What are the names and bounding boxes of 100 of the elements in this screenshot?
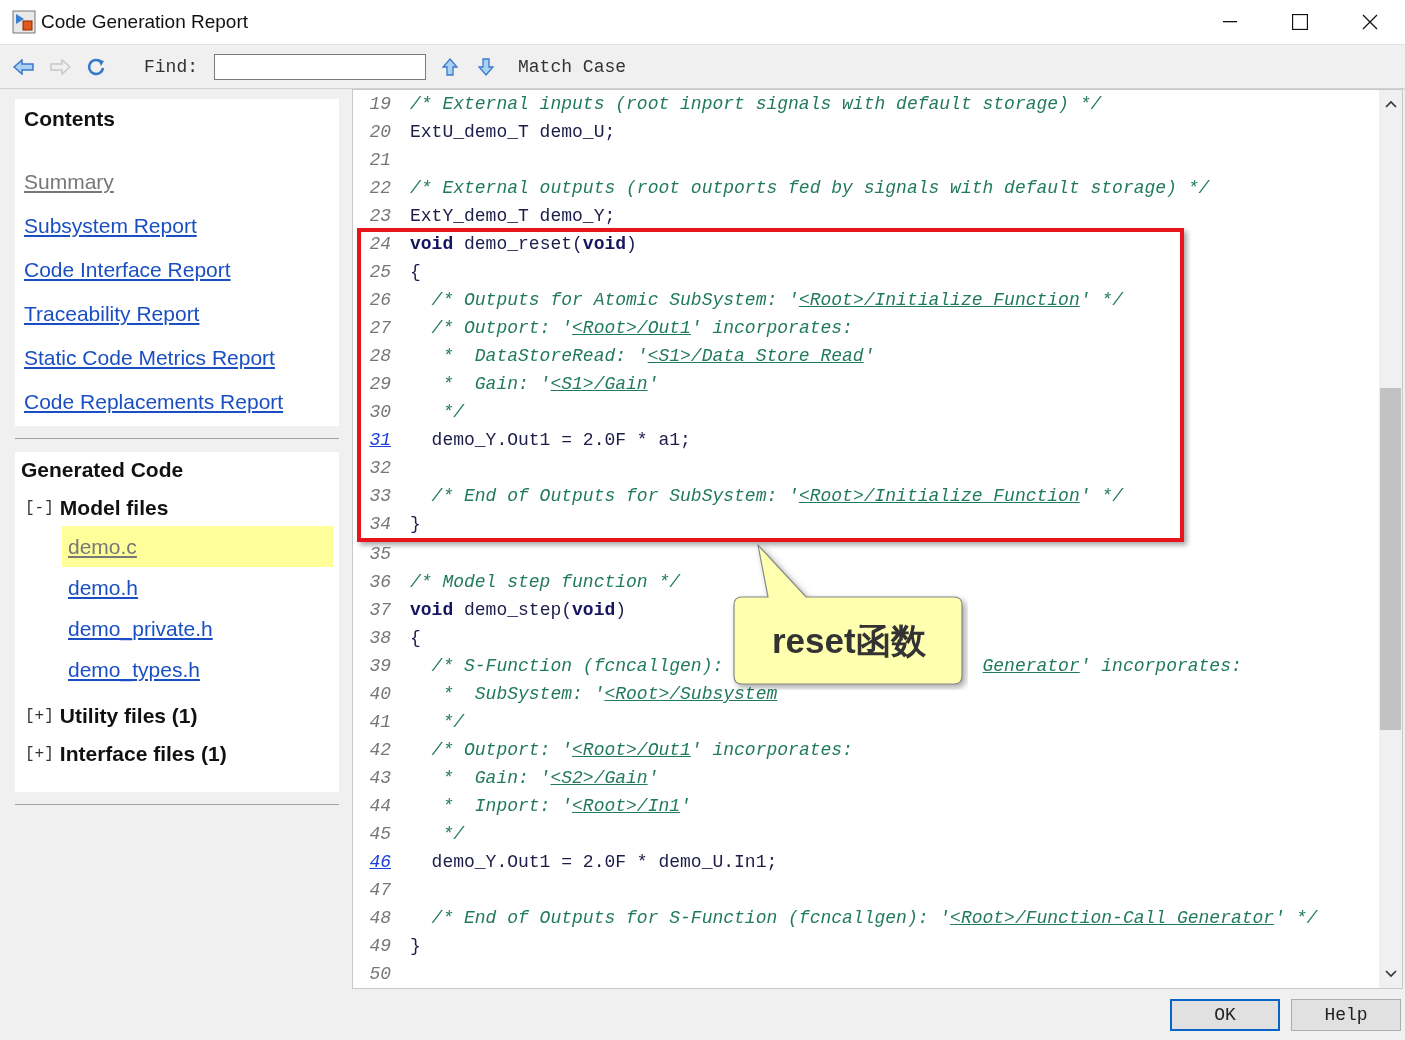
line-number: 49 — [368, 935, 391, 958]
line-number: 26 — [368, 289, 391, 312]
code-text: /* External inputs (root inport signals with default storage) */ — [410, 93, 1102, 116]
down-arrow-icon[interactable] — [478, 57, 494, 76]
report-link[interactable]: Code Interface Report — [24, 255, 231, 285]
code-text: /* External outputs (root outports fed by signals with default storage) */ — [410, 177, 1210, 200]
line-number: 21 — [368, 149, 391, 172]
scroll-thumb[interactable] — [1380, 388, 1401, 730]
code-text: * Gain: '<S1>/Gain' — [441, 373, 659, 396]
code-text: Generator' incorporates: — [982, 655, 1242, 678]
group-label: Utility files (1) — [59, 704, 198, 728]
line-number: 27 — [368, 317, 391, 340]
code-text: */ — [441, 401, 464, 424]
line-number: 36 — [368, 571, 391, 594]
callout-text: reset函数 — [772, 620, 926, 662]
line-number: 43 — [368, 767, 391, 790]
code-text: * SubSystem: '<Root>/Subsystem — [441, 683, 778, 706]
line-number: 35 — [368, 543, 391, 566]
code-text: } — [410, 513, 421, 536]
report-link[interactable]: Static Code Metrics Report — [24, 343, 275, 373]
line-number[interactable]: 31 — [357, 426, 391, 454]
file-item[interactable]: demo.c — [62, 526, 333, 567]
match-case-option[interactable]: Match Case — [518, 56, 627, 77]
line-number: 37 — [368, 599, 391, 622]
panel-title: Generated Code — [21, 458, 184, 482]
code-text: /* Outport: '<Root>/Out1' incorporates: — [430, 317, 853, 340]
dialog-button[interactable]: OK — [1170, 999, 1280, 1031]
maximize-icon[interactable] — [1292, 14, 1308, 30]
refresh-icon[interactable] — [86, 56, 106, 77]
line-number: 50 — [368, 963, 391, 986]
code-text: * Inport: '<Root>/In1' — [441, 795, 691, 818]
group-label: Interface files (1) — [59, 742, 227, 766]
find-label: Find: — [144, 56, 198, 77]
line-number: 33 — [368, 485, 391, 508]
code-text: { — [410, 627, 421, 650]
expand-toggle[interactable]: [+] — [25, 707, 54, 725]
line-number: 24 — [368, 233, 391, 256]
line-number: 19 — [368, 93, 391, 116]
line-number: 25 — [368, 261, 391, 284]
dialog-button[interactable]: Help — [1291, 999, 1401, 1031]
file-link[interactable]: demo_types.h — [68, 657, 200, 682]
code-text: /* Model step function */ — [410, 571, 681, 594]
group-label: Model files — [59, 496, 169, 520]
scrollbar[interactable] — [1379, 90, 1402, 988]
line-number: 28 — [368, 345, 391, 368]
report-link[interactable]: Subsystem Report — [24, 211, 197, 241]
line-number: 29 — [368, 373, 391, 396]
expand-toggle[interactable]: [+] — [25, 745, 54, 763]
code-text: demo_Y.Out1 = 2.0F * demo_U.In1; — [430, 851, 778, 874]
close-icon[interactable] — [1362, 14, 1378, 30]
line-number: 20 — [368, 121, 391, 144]
line-number: 34 — [368, 513, 391, 536]
line-number: 38 — [368, 627, 391, 650]
line-number: 48 — [368, 907, 391, 930]
code-text: /* End of Outputs for SubSystem: '<Root>/Initialize Function' */ — [430, 485, 1123, 508]
window-title: Code Generation Report — [41, 11, 249, 33]
line-number: 40 — [368, 683, 391, 706]
code-text: */ — [441, 711, 464, 734]
code-text: */ — [441, 823, 464, 846]
file-link[interactable]: demo.c — [68, 534, 137, 559]
code-text: /* Outputs for Atomic SubSystem: '<Root>/Initialize Function' */ — [430, 289, 1123, 312]
code-text: ExtY_demo_T demo_Y; — [410, 205, 616, 228]
line-number: 41 — [368, 711, 391, 734]
file-item[interactable]: demo_private.h — [62, 608, 333, 649]
file-item[interactable]: demo.h — [62, 567, 333, 608]
code-text: void demo_reset(void) — [410, 233, 637, 256]
line-number: 45 — [368, 823, 391, 846]
code-text: } — [410, 935, 421, 958]
code-text: ExtU_demo_T demo_U; — [410, 121, 616, 144]
code-text: /* End of Outputs for S-Function (fcncallgen): '<Root>/Function-Call Generator' */ — [430, 907, 1318, 930]
find-field[interactable] — [214, 53, 426, 80]
code-text: demo_Y.Out1 = 2.0F * a1; — [430, 429, 691, 452]
code-text: * DataStoreRead: '<S1>/Data Store Read' — [441, 345, 875, 368]
file-item[interactable]: demo_types.h — [62, 649, 333, 690]
app-icon — [12, 10, 36, 34]
scroll-down-icon[interactable] — [1384, 970, 1397, 978]
code-text: /* S-Function (fcncallgen): — [430, 655, 725, 678]
expand-toggle[interactable]: [-] — [25, 499, 54, 517]
report-link[interactable]: Traceability Report — [24, 299, 200, 329]
line-number[interactable]: 46 — [357, 848, 391, 876]
back-arrow-icon[interactable] — [13, 58, 35, 75]
line-number: 44 — [368, 795, 391, 818]
report-link[interactable]: Code Replacements Report — [24, 387, 284, 417]
file-link[interactable]: demo_private.h — [68, 616, 213, 641]
code-text: void demo_step(void) — [410, 599, 627, 622]
code-text: { — [410, 261, 421, 284]
line-number: 39 — [368, 655, 391, 678]
line-number: 22 — [368, 177, 391, 200]
panel-title: Contents — [24, 107, 115, 131]
minimize-icon[interactable] — [1223, 21, 1237, 23]
scroll-up-icon[interactable] — [1384, 100, 1397, 108]
file-link[interactable]: demo.h — [68, 575, 139, 600]
code-text: * Gain: '<S2>/Gain' — [441, 767, 659, 790]
line-number: 42 — [368, 739, 391, 762]
report-link[interactable]: Summary — [24, 167, 114, 197]
line-number: 30 — [368, 401, 391, 424]
up-arrow-icon[interactable] — [442, 57, 458, 76]
line-number: 23 — [368, 205, 391, 228]
line-number: 32 — [368, 457, 391, 480]
line-number: 47 — [368, 879, 391, 902]
